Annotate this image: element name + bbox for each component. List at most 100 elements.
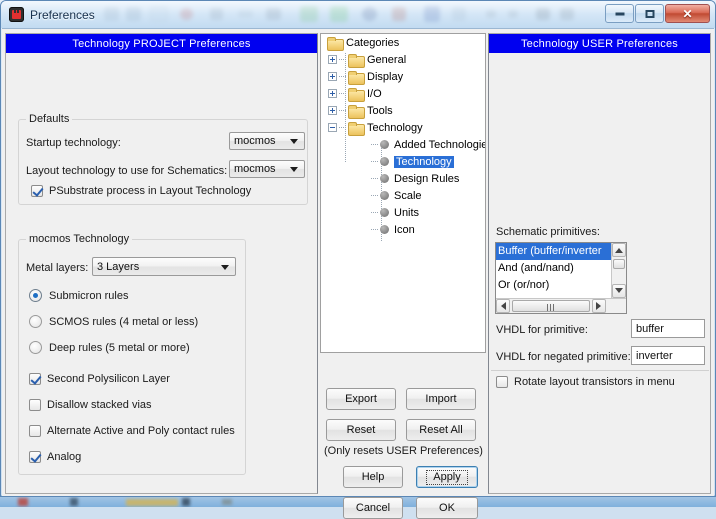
psubstrate-checkbox[interactable]: PSubstrate process in Layout Technology (31, 185, 251, 197)
expand-plus-icon[interactable] (328, 89, 337, 98)
folder-icon (348, 121, 365, 136)
listbox-vertical-scrollbar[interactable] (611, 243, 626, 298)
export-label: Export (345, 393, 377, 405)
categories-tree[interactable]: Categories General Display I/O Tools Tec… (320, 33, 486, 353)
tree-dots (371, 161, 379, 162)
radio-deep-rules[interactable]: Deep rules (5 metal or more) (29, 341, 190, 354)
categories-panel: Categories General Display I/O Tools Tec… (320, 33, 486, 519)
checkmark-icon (29, 451, 41, 463)
chevron-down-icon (615, 288, 623, 293)
cancel-button[interactable]: Cancel (343, 497, 403, 519)
tree-dots (371, 212, 379, 213)
scroll-up-button[interactable] (612, 243, 626, 257)
checkbox-rotate-layout-transistors[interactable]: Rotate layout transistors in menu (496, 376, 675, 388)
startup-technology-combo[interactable]: mocmos (229, 132, 305, 150)
checkbox-alternate-active-poly[interactable]: Alternate Active and Poly contact rules (29, 425, 235, 437)
radio-submicron-rules[interactable]: Submicron rules (29, 289, 128, 302)
folder-icon (348, 53, 365, 68)
ok-button[interactable]: OK (416, 497, 478, 519)
export-button[interactable]: Export (326, 388, 396, 410)
expand-plus-icon[interactable] (328, 55, 337, 64)
scroll-down-button[interactable] (612, 284, 626, 298)
apply-label: Apply (426, 469, 468, 485)
grip-icon (547, 304, 555, 311)
tree-leaf-scale[interactable]: Scale (321, 187, 485, 204)
startup-technology-value: mocmos (234, 135, 276, 147)
project-panel-header: Technology PROJECT Preferences (6, 34, 317, 53)
tree-node-categories[interactable]: Categories (321, 34, 485, 51)
layout-technology-label: Layout technology to use for Schematics: (26, 165, 228, 177)
radio-deep-label: Deep rules (5 metal or more) (49, 341, 190, 354)
apply-button[interactable]: Apply (416, 466, 478, 488)
preferences-window: Preferences ✕ Technology PROJECT Prefere… (0, 0, 716, 519)
expand-plus-icon[interactable] (328, 106, 337, 115)
tree-node-general[interactable]: General (321, 51, 485, 68)
tree-leaf-icon[interactable]: Icon (321, 221, 485, 238)
expand-plus-icon[interactable] (328, 72, 337, 81)
tree-label-general: General (367, 53, 407, 66)
maximize-button[interactable] (635, 4, 664, 23)
chevron-right-icon (596, 302, 601, 310)
scroll-right-button[interactable] (592, 299, 606, 313)
tree-leaf-design-rules[interactable]: Design Rules (321, 170, 485, 187)
checkbox-second-polysilicon[interactable]: Second Polysilicon Layer (29, 373, 170, 385)
tree-node-technology[interactable]: Technology (321, 119, 485, 136)
tree-label-technology-selected: Technology (394, 155, 454, 168)
close-button[interactable]: ✕ (665, 4, 710, 23)
tree-node-io[interactable]: I/O (321, 85, 485, 102)
section-divider (491, 370, 709, 371)
schematic-primitives-label: Schematic primitives: (496, 226, 600, 238)
tree-leaf-technology[interactable]: Technology (321, 153, 485, 170)
checkbox-icon (496, 376, 508, 388)
reset-note: (Only resets USER Preferences) (324, 445, 483, 457)
help-label: Help (361, 471, 385, 483)
listbox-horizontal-scrollbar[interactable] (496, 298, 626, 313)
chevron-down-icon (290, 167, 298, 172)
cancel-label: Cancel (355, 502, 391, 514)
tree-dots (371, 195, 379, 196)
vhdl-primitive-label: VHDL for primitive: (496, 324, 588, 336)
tree-leaf-added-technologies[interactable]: Added Technologies (321, 136, 485, 153)
tree-label-units: Units (394, 206, 420, 219)
checkbox-analog[interactable]: Analog (29, 451, 81, 463)
tree-leaf-units[interactable]: Units (321, 204, 485, 221)
rotate-layout-transistors-label: Rotate layout transistors in menu (514, 376, 675, 388)
radio-scmos-rules[interactable]: SCMOS rules (4 metal or less) (29, 315, 198, 328)
folder-icon (327, 36, 344, 51)
reset-all-button[interactable]: Reset All (406, 419, 476, 441)
scroll-thumb[interactable] (613, 259, 625, 269)
scroll-thumb[interactable] (512, 300, 590, 312)
radio-icon (29, 289, 42, 302)
tree-dots (339, 127, 347, 128)
list-item[interactable]: And (and/nand) (496, 260, 626, 277)
minimize-button[interactable] (605, 4, 634, 23)
metal-layers-combo[interactable]: 3 Layers (92, 257, 236, 276)
collapse-minus-icon[interactable] (328, 123, 337, 132)
tree-dots (339, 110, 347, 111)
list-item[interactable]: Or (or/nor) (496, 277, 626, 294)
title-bar[interactable]: Preferences ✕ (1, 1, 715, 28)
tree-node-display[interactable]: Display (321, 68, 485, 85)
bullet-icon (380, 225, 389, 234)
vhdl-negated-primitive-value: inverter (636, 349, 673, 362)
layout-technology-combo[interactable]: mocmos (229, 160, 305, 178)
bullet-icon (380, 208, 389, 217)
help-button[interactable]: Help (343, 466, 403, 488)
scroll-left-button[interactable] (496, 299, 510, 313)
vhdl-primitive-input[interactable]: buffer (631, 319, 705, 338)
user-panel-header: Technology USER Preferences (489, 34, 710, 53)
import-label: Import (425, 393, 457, 405)
tree-dots (371, 144, 379, 145)
reset-button[interactable]: Reset (326, 419, 396, 441)
checkbox-disallow-stacked-vias[interactable]: Disallow stacked vias (29, 399, 152, 411)
disallow-stacked-vias-label: Disallow stacked vias (47, 399, 152, 411)
import-button[interactable]: Import (406, 388, 476, 410)
vhdl-negated-primitive-label: VHDL for negated primitive: (496, 351, 631, 363)
reset-all-label: Reset All (419, 424, 463, 436)
vhdl-negated-primitive-input[interactable]: inverter (631, 346, 705, 365)
tree-node-tools[interactable]: Tools (321, 102, 485, 119)
maximize-icon (645, 9, 654, 18)
list-item[interactable]: Buffer (buffer/inverter (496, 243, 626, 260)
schematic-primitives-listbox[interactable]: Buffer (buffer/inverter And (and/nand) O… (495, 242, 627, 314)
tree-label-scale: Scale (394, 189, 422, 202)
